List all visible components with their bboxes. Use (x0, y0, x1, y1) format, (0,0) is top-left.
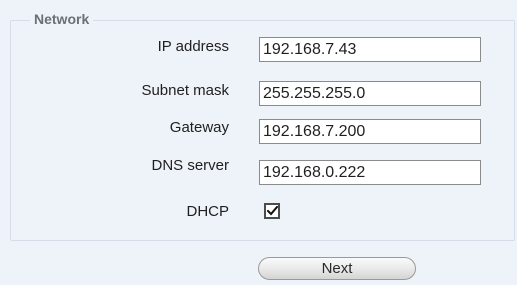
network-legend: Network (30, 11, 94, 27)
subnet-mask-label: Subnet mask (141, 82, 229, 99)
dns-server-label: DNS server (151, 157, 229, 174)
ip-address-label: IP address (157, 38, 229, 55)
next-button[interactable]: Next (258, 257, 416, 280)
gateway-label: Gateway (169, 119, 229, 136)
gateway-input[interactable]: 192.168.7.200 (259, 119, 481, 144)
dhcp-checkbox[interactable] (264, 203, 280, 219)
dhcp-label: DHCP (186, 203, 229, 220)
dns-server-input[interactable]: 192.168.0.222 (259, 160, 481, 185)
subnet-mask-input[interactable]: 255.255.255.0 (259, 81, 481, 106)
check-icon (267, 206, 278, 216)
ip-address-input[interactable]: 192.168.7.43 (259, 37, 481, 62)
